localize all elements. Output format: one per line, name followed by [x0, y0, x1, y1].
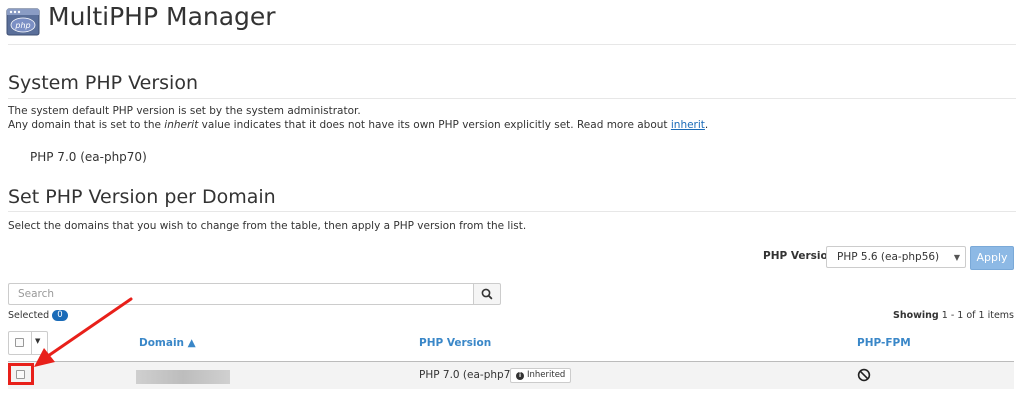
search-input[interactable]: Search [8, 283, 473, 305]
inherit-text-end: . [704, 119, 709, 131]
column-header-php-fpm[interactable]: PHP-FPM [857, 337, 911, 349]
info-icon: i [516, 372, 524, 380]
selected-count: Selected 0 [8, 310, 68, 321]
search-button[interactable] [473, 283, 501, 305]
inherit-emphasis: inherit [164, 119, 199, 131]
column-header-domain[interactable]: Domain ▲ [139, 337, 196, 349]
per-domain-description: Select the domains that you wish to chan… [8, 220, 527, 232]
inherited-badge: i Inherited [510, 368, 572, 383]
svg-text:php: php [14, 21, 30, 30]
system-php-version-value: PHP 7.0 (ea-php70) [30, 150, 147, 164]
inherit-description: Any domain that is set to the inherit va… [8, 118, 708, 132]
domain-redacted[interactable] [136, 370, 230, 384]
per-domain-heading: Set PHP Version per Domain [8, 186, 276, 208]
divider [8, 98, 1016, 99]
inherit-link[interactable]: inherit [671, 119, 705, 131]
apply-button[interactable]: Apply [970, 246, 1014, 270]
select-all-checkbox[interactable] [15, 338, 24, 347]
caret-down-icon[interactable]: ▼ [35, 337, 40, 345]
row-checkbox[interactable] [16, 370, 25, 379]
php-version-label: PHP Version [763, 250, 836, 262]
row-php-version: PHP 7.0 (ea-php70) [419, 369, 522, 381]
system-php-heading: System PHP Version [8, 72, 198, 94]
search-icon [481, 288, 493, 300]
disabled-icon [857, 368, 871, 382]
inherited-label: Inherited [527, 370, 566, 380]
divider [8, 44, 1016, 45]
system-php-description: The system default PHP version is set by… [8, 105, 361, 117]
page-title: MultiPHP Manager [48, 2, 276, 31]
divider [31, 332, 32, 354]
pagination-summary: Showing 1 - 1 of 1 items [893, 310, 1014, 321]
bulk-select-dropdown[interactable]: ▼ [8, 331, 48, 355]
selected-badge: 0 [52, 310, 68, 321]
inherit-text-before: Any domain that is set to the [8, 119, 165, 131]
caret-down-icon: ▼ [953, 253, 960, 262]
selected-label: Selected [8, 310, 50, 321]
php-window-icon: php [6, 8, 40, 36]
inherit-text-after: value indicates that it does not have it… [198, 119, 671, 131]
showing-range: 1 - 1 of 1 items [941, 310, 1014, 321]
column-header-php-version[interactable]: PHP Version [419, 337, 491, 349]
divider [8, 211, 1016, 212]
php-version-select[interactable]: PHP 5.6 (ea-php56) ▼ [826, 246, 966, 268]
php-version-selected: PHP 5.6 (ea-php56) [837, 251, 940, 263]
showing-prefix: Showing [893, 310, 939, 321]
